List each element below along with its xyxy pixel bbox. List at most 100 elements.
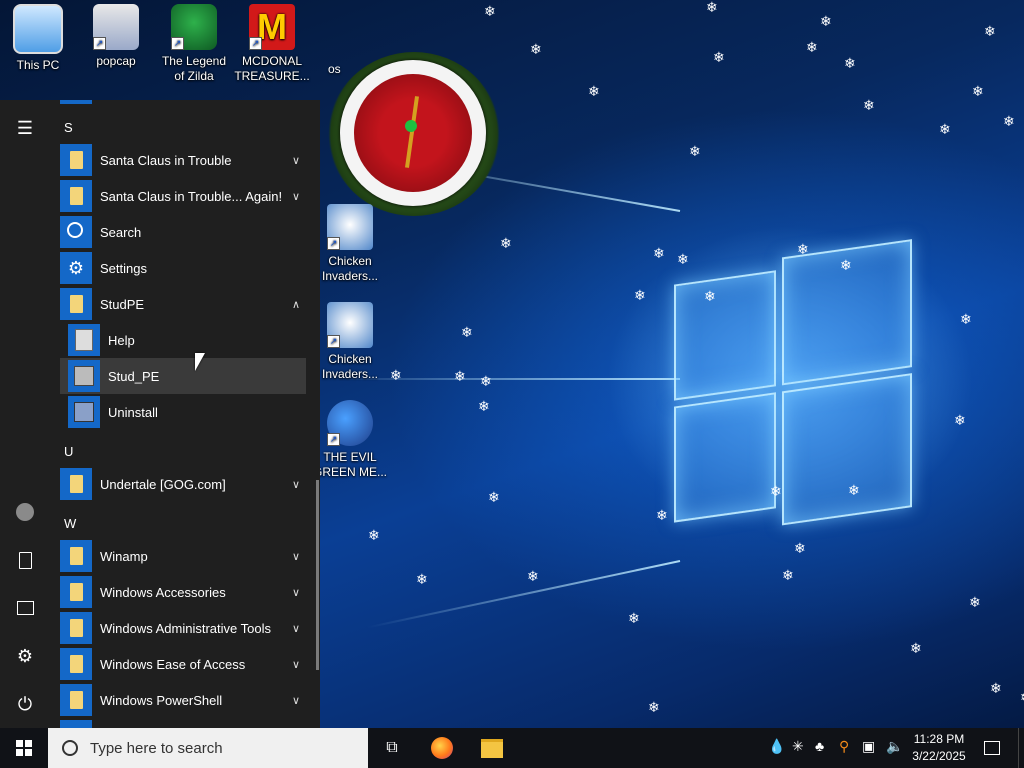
app-santa-claus-again[interactable]: Santa Claus in Trouble... Again! ∨ [60, 178, 306, 214]
app-label: Search [100, 224, 142, 240]
app-studpe-folder[interactable]: StudPE ∧ [60, 286, 306, 322]
app-label: StudPE [100, 296, 145, 312]
chevron-down-icon: ∨ [291, 623, 300, 635]
app-label: Santa Claus in Trouble [100, 152, 232, 168]
notification-icon[interactable] [980, 728, 1004, 768]
app-label: Windows Accessories [100, 584, 226, 600]
app-windows-admin-tools[interactable]: Windows Administrative Tools ∨ [60, 610, 306, 646]
snowflake-icon: ❄ [782, 567, 794, 583]
mouse-cursor-icon [195, 353, 205, 371]
snowflake-icon: ❄ [390, 367, 402, 383]
clock[interactable]: 11:28 PM 3/22/2025 [906, 731, 972, 765]
pictures-icon[interactable] [0, 588, 50, 628]
firefox-icon[interactable] [422, 728, 462, 768]
snowflake-icon: ❄ [706, 0, 718, 15]
snowflake-icon: ❄ [484, 3, 496, 19]
app-stud-pe[interactable]: Stud_PE [60, 358, 306, 394]
folder-icon [60, 648, 92, 680]
app-uninstall[interactable]: Uninstall [60, 394, 306, 430]
power-icon[interactable]: ⏻ [0, 684, 50, 724]
snowflake-icon: ❄ [863, 97, 875, 113]
snowflake-icon: ❄ [478, 398, 490, 414]
app-label: Windows Administrative Tools [100, 620, 271, 636]
snowflake-icon: ❄ [844, 55, 856, 71]
stud-pe-icon [68, 360, 100, 392]
start-button[interactable] [0, 728, 48, 768]
file-explorer-icon[interactable] [472, 728, 512, 768]
folder-icon [60, 144, 92, 176]
water-drop-icon[interactable]: 💧 [768, 738, 785, 755]
app-help[interactable]: Help [60, 322, 306, 358]
desktop-icon[interactable]: ↗ popcap [78, 4, 154, 69]
snowflake-icon: ❄ [648, 699, 660, 715]
desktop-icon-label: MCDONAL TREASURE... [234, 54, 310, 83]
task-view-icon[interactable]: ⧉ [372, 728, 412, 768]
app-undertale[interactable]: Undertale [GOG.com] ∨ [60, 466, 306, 502]
app-windows-ease-of-access[interactable]: Windows Ease of Access ∨ [60, 646, 306, 682]
shortcut-arrow-icon: ↗ [327, 433, 340, 446]
snowflake-icon: ❄ [704, 288, 716, 304]
snowflake-icon: ❄ [454, 368, 466, 384]
folder-icon [60, 540, 92, 572]
snowflake-icon: ❄ [910, 640, 922, 656]
app-search[interactable]: Search [60, 214, 306, 250]
desktop-icon[interactable]: ↗ M MCDONAL TREASURE... [234, 4, 310, 84]
snowflake-icon: ❄ [416, 571, 428, 587]
show-desktop-button[interactable] [1018, 728, 1024, 768]
network-icon[interactable]: ▣ [862, 738, 875, 755]
group-letter-w[interactable]: W [64, 516, 76, 531]
app-windows-accessories[interactable]: Windows Accessories ∨ [60, 574, 306, 610]
snowflake-icon: ❄ [960, 311, 972, 327]
desktop-icon[interactable]: ↗ The Legend of Zilda [156, 4, 232, 84]
group-letter-u[interactable]: U [64, 444, 73, 459]
folder-icon [60, 612, 92, 644]
clock-date: 3/22/2025 [912, 749, 966, 763]
gear-icon[interactable]: ⚙ [0, 636, 50, 676]
volume-icon[interactable]: 🔈 [886, 738, 903, 755]
account-icon[interactable] [0, 492, 50, 532]
app-label: Settings [100, 260, 147, 276]
desktop-icon[interactable]: This PC [0, 4, 76, 73]
chevron-down-icon: ∨ [291, 479, 300, 491]
app-label: Stud_PE [108, 368, 160, 384]
desktop-icon[interactable]: ↗ THE EVIL GREEN ME... [312, 400, 388, 480]
taskbar-search-box[interactable]: Type here to search [48, 728, 368, 768]
christmas-clock-gadget[interactable] [320, 42, 520, 222]
desktop-icon[interactable]: ↗ Chicken Invaders... [312, 204, 388, 284]
chevron-down-icon: ∨ [291, 155, 300, 167]
snowflake-icon: ❄ [527, 568, 539, 584]
app-list: S Santa Claus in Trouble ∨ Santa Claus i… [50, 100, 320, 728]
snowflake-icon: ❄ [1003, 113, 1015, 129]
app-settings[interactable]: ⚙ Settings [60, 250, 306, 286]
chevron-down-icon: ∨ [291, 191, 300, 203]
uninstall-icon [68, 396, 100, 428]
search-tool-icon[interactable]: ⚲ [839, 738, 849, 755]
snowflake-icon[interactable]: ✳ [792, 738, 804, 755]
app-label: Winamp [100, 548, 148, 564]
snowflake-icon: ❄ [848, 482, 860, 498]
network-people-icon[interactable]: ♣ [815, 738, 824, 754]
snowflake-icon: ❄ [653, 245, 665, 261]
desktop-icon[interactable]: ↗ Chicken Invaders... [312, 302, 388, 382]
snowflake-icon: ❄ [628, 610, 640, 626]
desktop-icon-label: Chicken Invaders... [321, 352, 379, 381]
snowflake-icon: ❄ [972, 83, 984, 99]
snowflake-icon: ❄ [990, 680, 1002, 696]
hamburger-icon[interactable]: ☰ [0, 108, 50, 148]
desktop-icon-label: THE EVIL GREEN ME... [312, 450, 387, 479]
app-windows-powershell[interactable]: Windows PowerShell ∨ [60, 682, 306, 718]
search-icon [62, 740, 78, 756]
app-list-scrollbar[interactable] [316, 480, 319, 670]
app-winamp[interactable]: Winamp ∨ [60, 538, 306, 574]
people-icon: ↗ [327, 400, 373, 446]
group-letter-s[interactable]: S [64, 120, 73, 135]
document-icon[interactable] [0, 540, 50, 580]
app-label: Windows Ease of Access [100, 656, 246, 672]
app-santa-claus-in-trouble[interactable]: Santa Claus in Trouble ∨ [60, 142, 306, 178]
snowflake-icon: ❄ [713, 49, 725, 65]
shortcut-arrow-icon: ↗ [327, 237, 340, 250]
snowflake-icon: ❄ [1020, 690, 1024, 704]
desktop-icon-label: Chicken Invaders... [321, 254, 379, 283]
snowflake-icon: ❄ [954, 412, 966, 428]
folder-icon [60, 576, 92, 608]
